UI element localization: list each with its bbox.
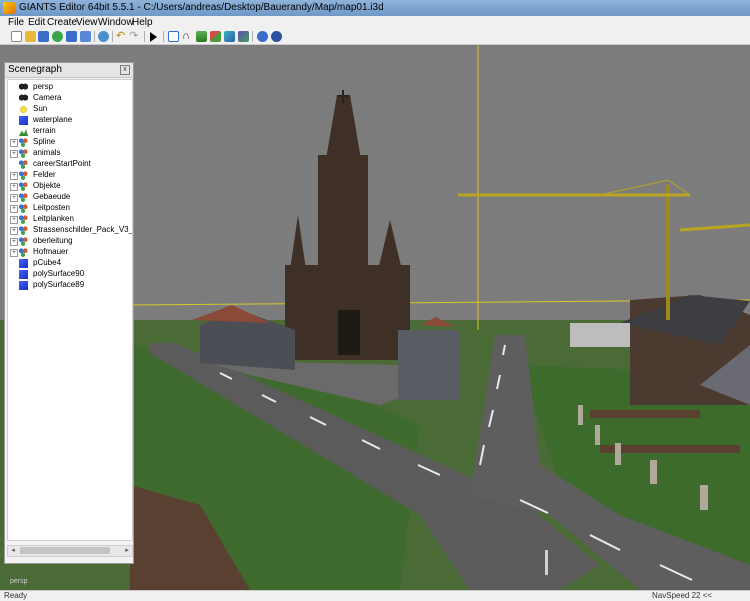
refresh-icon[interactable] [98,31,109,42]
tree-item-camera[interactable]: Camera [8,93,132,104]
tree-item-objekte[interactable]: + Objekte [8,181,132,192]
expand-icon[interactable]: + [10,194,18,202]
tree-item-persp[interactable]: persp [8,82,132,93]
camera-icon [19,94,28,103]
expand-icon[interactable]: + [10,139,18,147]
tree-item-waterplane[interactable]: waterplane [8,115,132,126]
undo-icon[interactable]: ↶ [116,31,127,42]
window-title: GIANTS Editor 64bit 5.5.1 - C:/Users/and… [19,2,384,13]
group-icon [19,226,28,235]
toolbar-separator [144,31,145,42]
camera-icon [19,83,28,92]
redo-icon[interactable]: ↷ [129,31,140,42]
menu-bar: File Edit Create View Window Help [0,16,750,29]
expand-icon[interactable]: + [10,150,18,158]
expand-icon[interactable]: + [10,172,18,180]
tree-item-leitposten[interactable]: + Leitposten [8,203,132,214]
status-bar: Ready NavSpeed 22 << [0,590,750,601]
group-icon [19,171,28,180]
group-icon [19,149,28,158]
tree-item-terrain[interactable]: terrain [8,126,132,137]
tree-item-careerstartpoint[interactable]: careerStartPoint [8,159,132,170]
menu-edit[interactable]: Edit [28,17,45,28]
app-icon [3,2,15,14]
tree-item-pcube4[interactable]: pCube4 [8,258,132,269]
expand-icon[interactable]: + [10,205,18,213]
toolbar-separator [252,31,253,42]
tree-item-hofmauer[interactable]: + Hofmauer [8,247,132,258]
scroll-right-icon[interactable]: ▸ [122,546,132,556]
scrollbar-thumb[interactable] [20,547,110,554]
scroll-left-icon[interactable]: ◂ [8,546,18,556]
nav-speed: NavSpeed 22 << [652,591,713,600]
expand-icon[interactable]: + [10,183,18,191]
scenegraph-panel: Scenegraph x persp Camera Sun waterplane… [4,62,134,564]
camera-label: persp [10,578,28,585]
scenegraph-header: Scenegraph x [5,63,133,78]
foliage-icon[interactable] [210,31,221,42]
scenegraph-tree: persp Camera Sun waterplane terrain + Spl… [7,79,133,541]
horizontal-scrollbar[interactable]: ◂ ▸ [7,545,133,557]
toolbar-separator [163,31,164,42]
menu-view[interactable]: View [76,17,98,28]
tree-item-animals[interactable]: + animals [8,148,132,159]
expand-icon[interactable]: + [10,227,18,235]
expand-icon[interactable]: + [10,216,18,224]
magnet-icon[interactable]: ∩ [182,31,193,42]
options-icon[interactable] [271,31,282,42]
open-icon[interactable] [25,31,36,42]
terrain-icon [19,128,28,136]
tree-item-polysurface89[interactable]: polySurface89 [8,280,132,291]
close-icon[interactable]: x [120,65,130,75]
menu-file[interactable]: File [8,17,24,28]
tree-item-gebaeude[interactable]: + Gebaeude [8,192,132,203]
tree-item-spline[interactable]: + Spline [8,137,132,148]
toolbar-separator [112,31,113,42]
light-icon [19,105,28,114]
settings-icon[interactable] [257,31,268,42]
spline-icon[interactable] [238,31,249,42]
texture-icon[interactable] [224,31,235,42]
group-icon [19,215,28,224]
tree-item-sun[interactable]: Sun [8,104,132,115]
reload-icon[interactable] [52,31,63,42]
new-icon[interactable] [11,31,22,42]
group-icon [19,138,28,147]
play-icon[interactable] [150,32,157,42]
terrain-paint-icon[interactable] [196,31,207,42]
cube-icon [19,270,28,279]
group-icon [19,193,28,202]
menu-help[interactable]: Help [132,17,153,28]
tree-item-polysurface90[interactable]: polySurface90 [8,269,132,280]
save-icon[interactable] [38,31,49,42]
tree-item-strassenschilder[interactable]: +Strassenschilder_Pack_V3_by_Ni [8,225,132,236]
tree-item-leitplanken[interactable]: + Leitplanken [8,214,132,225]
menu-window[interactable]: Window [98,17,134,28]
cube-icon [19,259,28,268]
save-as-icon[interactable] [66,31,77,42]
expand-icon[interactable]: + [10,238,18,246]
menu-create[interactable]: Create [47,17,77,28]
group-icon [19,160,28,169]
cube-icon [19,281,28,290]
title-bar: GIANTS Editor 64bit 5.5.1 - C:/Users/and… [0,0,750,16]
scenegraph-title: Scenegraph [8,64,62,75]
group-icon [19,182,28,191]
cube-icon [19,116,28,125]
status-text: Ready [4,591,28,600]
group-icon [19,248,28,257]
tree-item-felder[interactable]: + Felder [8,170,132,181]
select-icon[interactable] [168,31,179,42]
toolbar-separator [94,31,95,42]
export-icon[interactable] [80,31,91,42]
tree-item-oberleitung[interactable]: + oberleitung [8,236,132,247]
group-icon [19,237,28,246]
expand-icon[interactable]: + [10,249,18,257]
toolbar: ↶ ↷ ∩ [0,29,750,45]
group-icon [19,204,28,213]
